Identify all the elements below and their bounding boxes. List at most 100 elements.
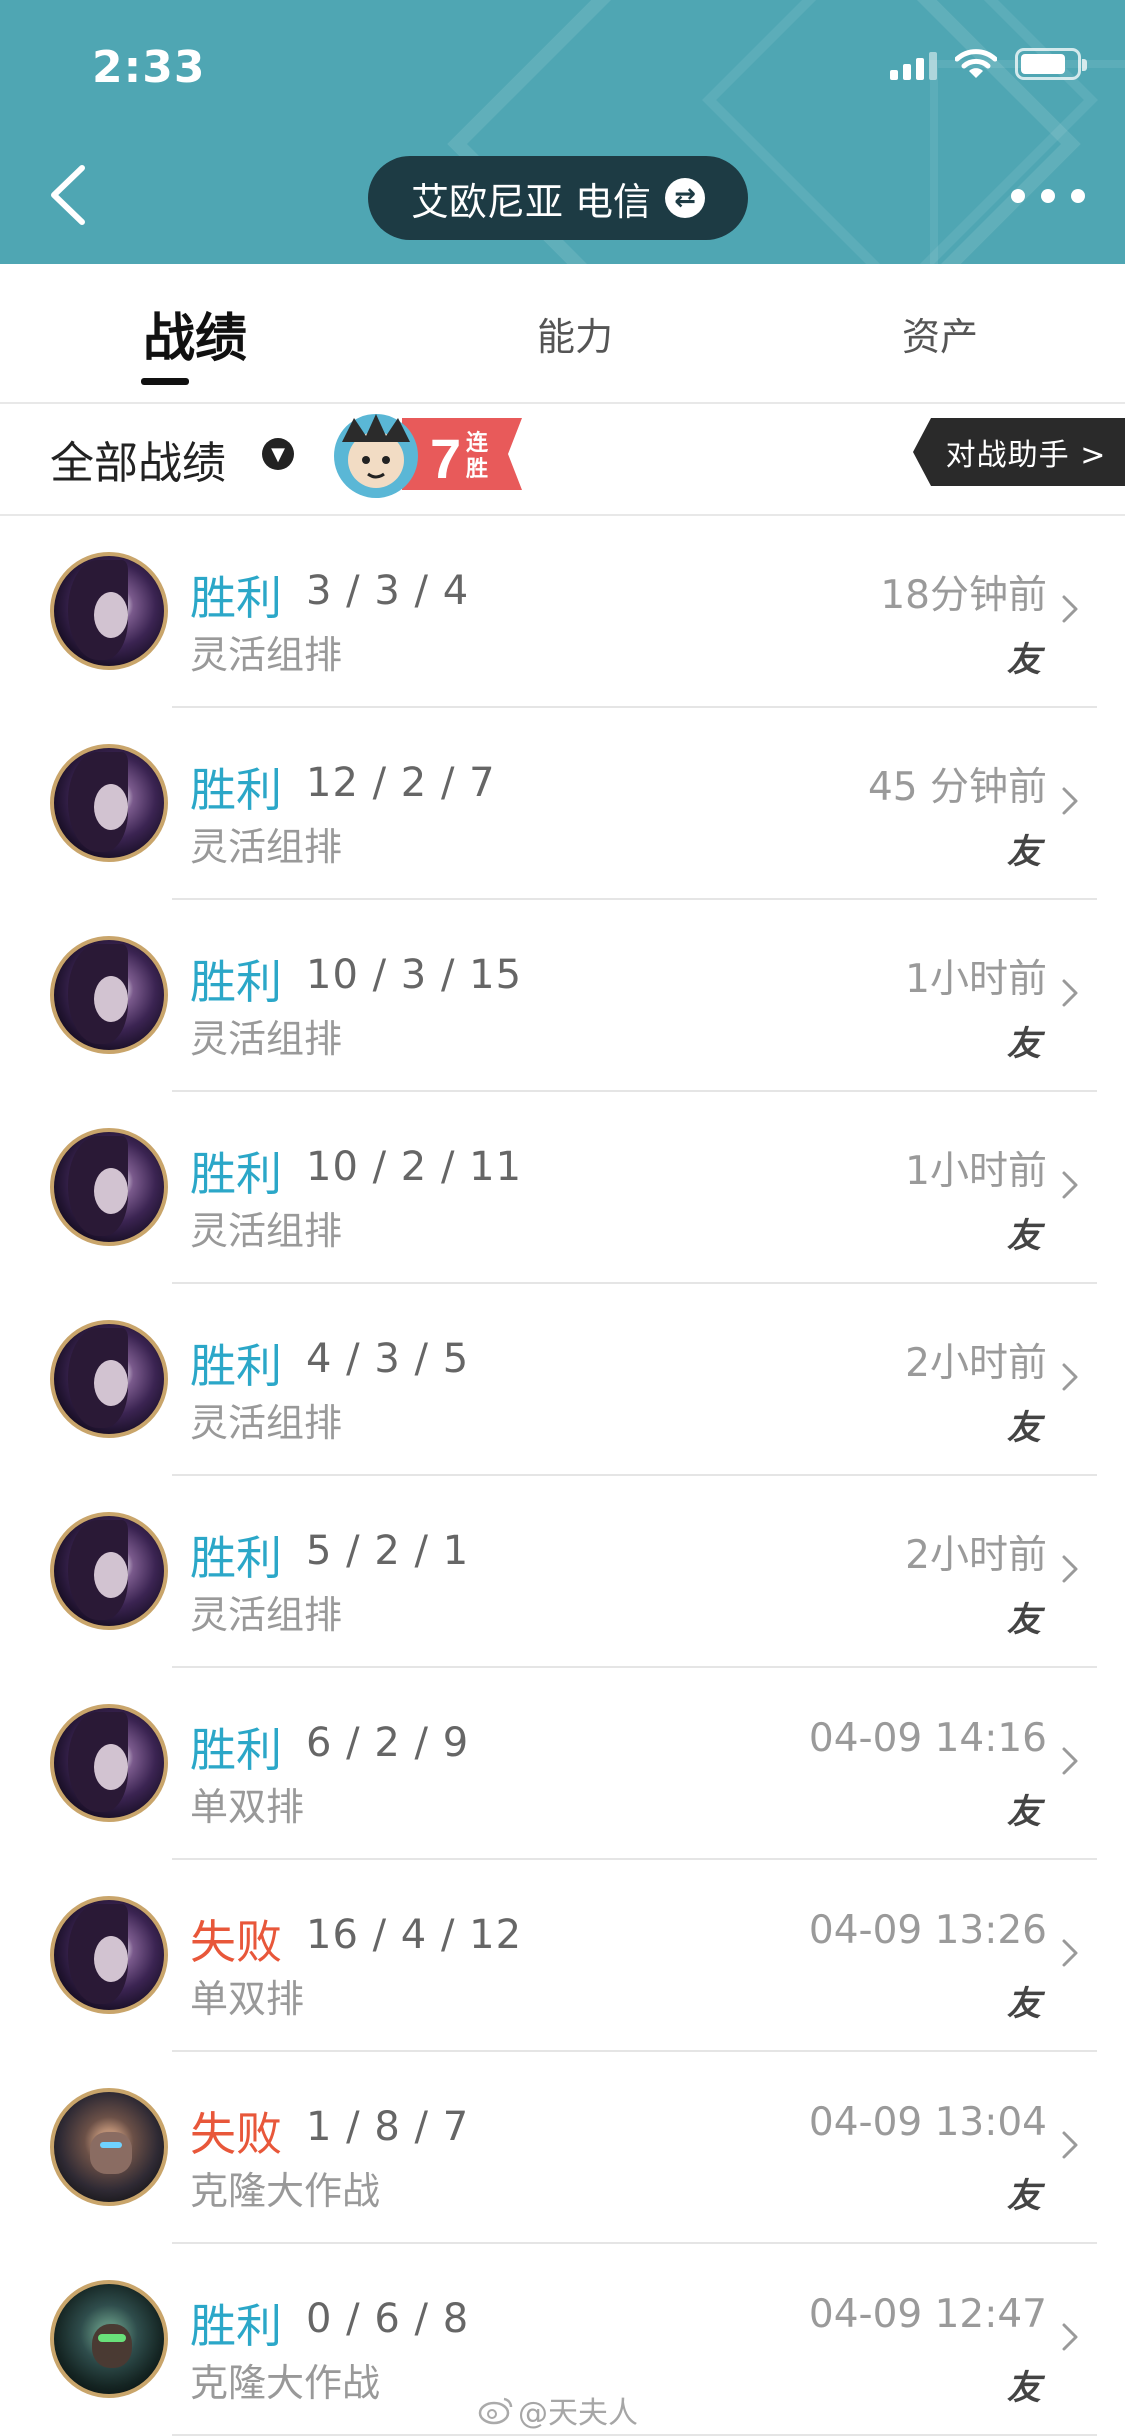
match-time: 04-09 13:26 <box>808 1908 1047 1953</box>
swap-icon: ⇄ <box>665 178 706 218</box>
battery-icon <box>1015 48 1087 80</box>
back-arrow-icon[interactable] <box>40 160 100 230</box>
watermark-text: @天夫人 <box>518 2396 638 2431</box>
match-result: 胜利 <box>190 1531 282 1585</box>
friend-tag: 友 <box>1007 1024 1041 1064</box>
friend-tag: 友 <box>1007 832 1041 872</box>
chevron-down-icon[interactable]: ▼ <box>262 438 294 470</box>
friend-tag: 友 <box>1007 1792 1041 1832</box>
match-kda: 1 / 8 / 7 <box>306 2104 470 2150</box>
champion-avatar <box>50 2280 168 2398</box>
match-kda: 10 / 3 / 15 <box>306 952 523 998</box>
match-mode: 克隆大作战 <box>190 2169 381 2213</box>
match-row[interactable]: 胜利 12 / 2 / 7 灵活组排 45 分钟前友 <box>0 708 1125 900</box>
match-kda: 16 / 4 / 12 <box>306 1912 523 1958</box>
champion-avatar <box>50 1896 168 2014</box>
match-time: 04-09 13:04 <box>808 2100 1047 2145</box>
match-time: 1小时前 <box>905 957 1047 1002</box>
match-result: 失败 <box>190 2107 282 2161</box>
app-header: 2:33 艾欧尼亚 电信 ⇄ <box>0 0 1125 264</box>
signal-icon <box>890 50 937 80</box>
match-kda: 0 / 6 / 8 <box>306 2296 470 2342</box>
champion-avatar <box>50 552 168 670</box>
svg-text:连: 连 <box>466 430 489 456</box>
match-result: 胜利 <box>190 2299 282 2353</box>
champion-avatar <box>50 1128 168 1246</box>
match-mode: 灵活组排 <box>190 1401 343 1445</box>
match-result: 胜利 <box>190 1723 282 1777</box>
chevron-right-icon <box>1062 1171 1078 1199</box>
more-menu-button[interactable] <box>1011 180 1085 212</box>
chevron-right-icon <box>1062 2131 1078 2159</box>
match-mode: 灵活组排 <box>190 825 343 869</box>
match-row[interactable]: 胜利 6 / 2 / 9 单双排 04-09 14:16 友 <box>0 1668 1125 1860</box>
wifi-icon <box>955 49 997 78</box>
match-row[interactable]: 胜利 4 / 3 / 5 灵活组排 2小时前友 <box>0 1284 1125 1476</box>
win-streak-badge: 7 连 胜 <box>334 414 522 498</box>
match-time: 04-09 14:16 <box>808 1716 1047 1761</box>
chevron-right-icon <box>1062 1939 1078 1967</box>
match-row[interactable]: 失败 1 / 8 / 7 克隆大作战 04-09 13:04 友 <box>0 2052 1125 2244</box>
chevron-right-icon <box>1062 787 1078 815</box>
friend-tag: 友 <box>1007 1216 1041 1256</box>
match-row[interactable]: 胜利 5 / 2 / 1 灵活组排 2小时前友 <box>0 1476 1125 1668</box>
match-mode: 单双排 <box>190 1785 305 1829</box>
battle-assistant-button[interactable]: 对战助手 > <box>913 418 1125 486</box>
chevron-right-icon <box>1062 979 1078 1007</box>
match-result: 胜利 <box>190 763 282 817</box>
match-kda: 4 / 3 / 5 <box>306 1336 470 1382</box>
chevron-right-icon <box>1062 2323 1078 2351</box>
tab-record[interactable]: 战绩 <box>100 264 290 402</box>
match-row[interactable]: 胜利 10 / 3 / 15 灵活组排 1小时前友 <box>0 900 1125 1092</box>
svg-text:7: 7 <box>430 427 461 490</box>
champion-avatar <box>50 936 168 1054</box>
match-kda: 3 / 3 / 4 <box>306 568 470 614</box>
tab-assets[interactable]: 资产 <box>840 264 1040 402</box>
match-kda: 10 / 2 / 11 <box>306 1144 523 1190</box>
match-row[interactable]: 胜利 3 / 3 / 4 灵活组排 18分钟前友 <box>0 516 1125 708</box>
match-result: 胜利 <box>190 955 282 1009</box>
friend-tag: 友 <box>1007 1408 1041 1448</box>
match-time: 1小时前 <box>905 1149 1047 1194</box>
match-mode: 灵活组排 <box>190 1593 343 1637</box>
status-time: 2:33 <box>92 42 206 93</box>
header-decoration <box>930 60 1125 264</box>
chevron-right-icon <box>1062 1363 1078 1391</box>
champion-avatar <box>50 2088 168 2206</box>
match-row[interactable]: 失败 16 / 4 / 12 单双排 04-09 13:26 友 <box>0 1860 1125 2052</box>
match-time: 04-09 12:47 <box>808 2292 1047 2337</box>
match-row[interactable]: 胜利 10 / 2 / 11 灵活组排 1小时前友 <box>0 1092 1125 1284</box>
friend-tag: 友 <box>1007 2176 1041 2216</box>
champion-avatar <box>50 1704 168 1822</box>
match-time: 45 分钟前 <box>867 765 1047 810</box>
match-time: 2小时前 <box>905 1533 1047 1578</box>
match-mode: 灵活组排 <box>190 1017 343 1061</box>
tab-active-indicator <box>141 378 189 385</box>
match-mode: 单双排 <box>190 1977 305 2021</box>
server-selector[interactable]: 艾欧尼亚 电信 ⇄ <box>368 156 748 240</box>
match-result: 胜利 <box>190 1147 282 1201</box>
match-mode: 灵活组排 <box>190 633 343 677</box>
match-mode: 灵活组排 <box>190 1209 343 1253</box>
champion-avatar <box>50 744 168 862</box>
match-list: 胜利 3 / 3 / 4 灵活组排 18分钟前友胜利 12 / 2 / 7 灵活组排 45 … <box>0 516 1125 2436</box>
friend-tag: 友 <box>1007 1984 1041 2024</box>
match-kda: 5 / 2 / 1 <box>306 1528 470 1574</box>
tab-ability[interactable]: 能力 <box>470 264 680 402</box>
chevron-right-icon <box>1062 595 1078 623</box>
match-mode: 克隆大作战 <box>190 2361 381 2405</box>
watermark: @天夫人 <box>478 2388 638 2432</box>
champion-avatar <box>50 1512 168 1630</box>
status-icons <box>890 48 1087 80</box>
friend-tag: 友 <box>1007 640 1041 680</box>
server-name: 艾欧尼亚 电信 <box>410 179 652 224</box>
match-time: 2小时前 <box>905 1341 1047 1386</box>
friend-tag: 友 <box>1007 1600 1041 1640</box>
weibo-icon <box>478 2397 513 2425</box>
chevron-right-icon <box>1062 1555 1078 1583</box>
match-time: 18分钟前 <box>880 573 1047 618</box>
match-kda: 6 / 2 / 9 <box>306 1720 470 1766</box>
record-filter-dropdown[interactable]: 全部战绩 <box>50 404 226 514</box>
match-result: 胜利 <box>190 1339 282 1393</box>
match-result: 胜利 <box>190 571 282 625</box>
